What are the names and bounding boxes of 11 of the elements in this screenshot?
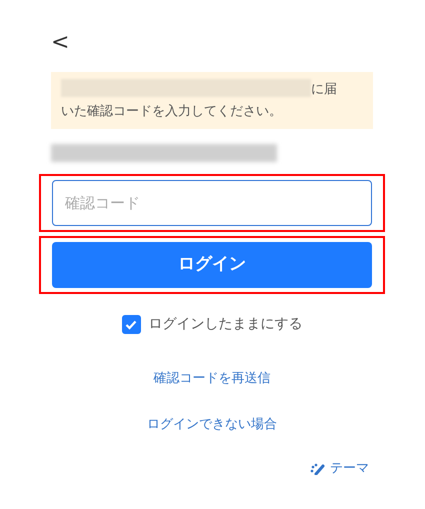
theme-button[interactable]: テーマ (310, 459, 369, 478)
check-icon (125, 320, 137, 330)
text-link[interactable]: 確認コードを再送信 (154, 371, 270, 386)
notice-message: に届いた確認コードを入力してください。 (51, 72, 373, 129)
remember-label: ログインしたままにする (148, 315, 302, 334)
login-button[interactable]: ログイン (52, 242, 372, 288)
remember-checkbox[interactable] (122, 315, 140, 334)
wand-icon (310, 462, 326, 475)
text-link[interactable]: ログインできない場合 (147, 417, 277, 432)
back-button[interactable]: < (51, 32, 70, 54)
code-input-field[interactable]: 確認コード (52, 180, 372, 226)
